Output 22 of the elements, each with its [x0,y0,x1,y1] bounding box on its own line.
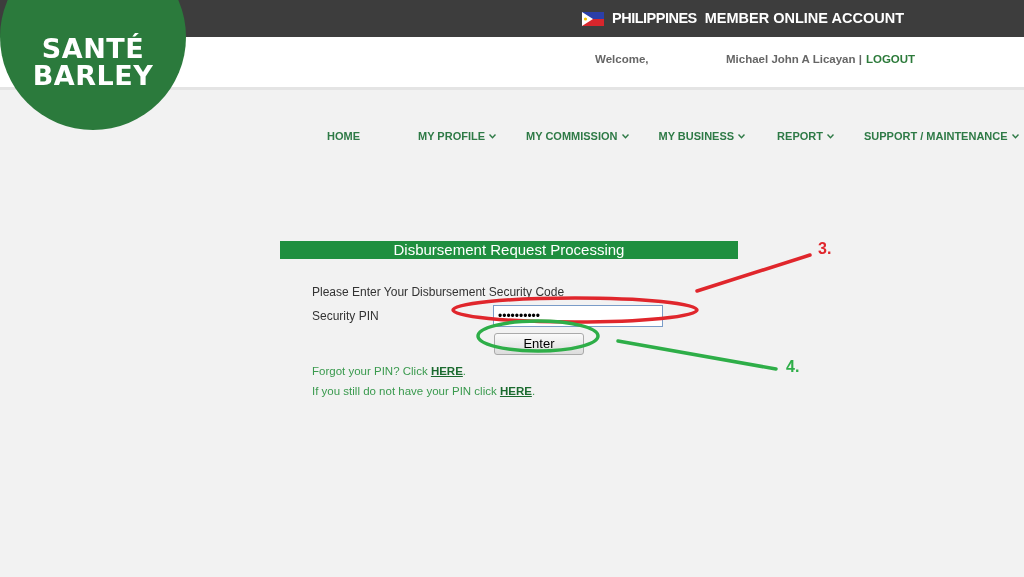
nav-link-item[interactable]: MY BUSINESS [658,128,746,145]
help-text: If you still do not have your PIN click HERE. [312,383,537,399]
form-title-bar: Disbursement Request Processing [280,240,738,259]
site-title: MEMBER ONLINE ACCOUNT [704,8,904,28]
user-name: Michael John A Licayan | [726,52,862,67]
country-name: PHILIPPINES [612,8,697,28]
flag-icon [582,11,604,26]
nav-link-item[interactable]: REPORT [777,128,834,145]
nav-link-item[interactable]: MY PROFILE [418,128,497,145]
nav-link-item[interactable]: SUPPORT / MAINTENANCE [863,128,1019,145]
instruction-text: Please Enter Your Disbursement Security Code [312,283,565,301]
logo: SANTÉ BARLEY [0,0,186,130]
annotation-label: 3. [818,240,832,257]
pin-label: Security PIN [312,307,380,325]
annotation-label: 4. [786,358,800,375]
logout-link[interactable]: LOGOUT [865,51,916,87]
here-link[interactable]: HERE [499,384,532,397]
welcome-text: Welcome, [595,52,650,67]
here-link[interactable]: HERE [430,364,463,377]
nav-link-item[interactable]: HOME [327,128,360,145]
help-text: Forgot your PIN? Click HERE. [312,363,468,379]
nav-link-item[interactable]: MY COMMISSION [526,128,629,145]
